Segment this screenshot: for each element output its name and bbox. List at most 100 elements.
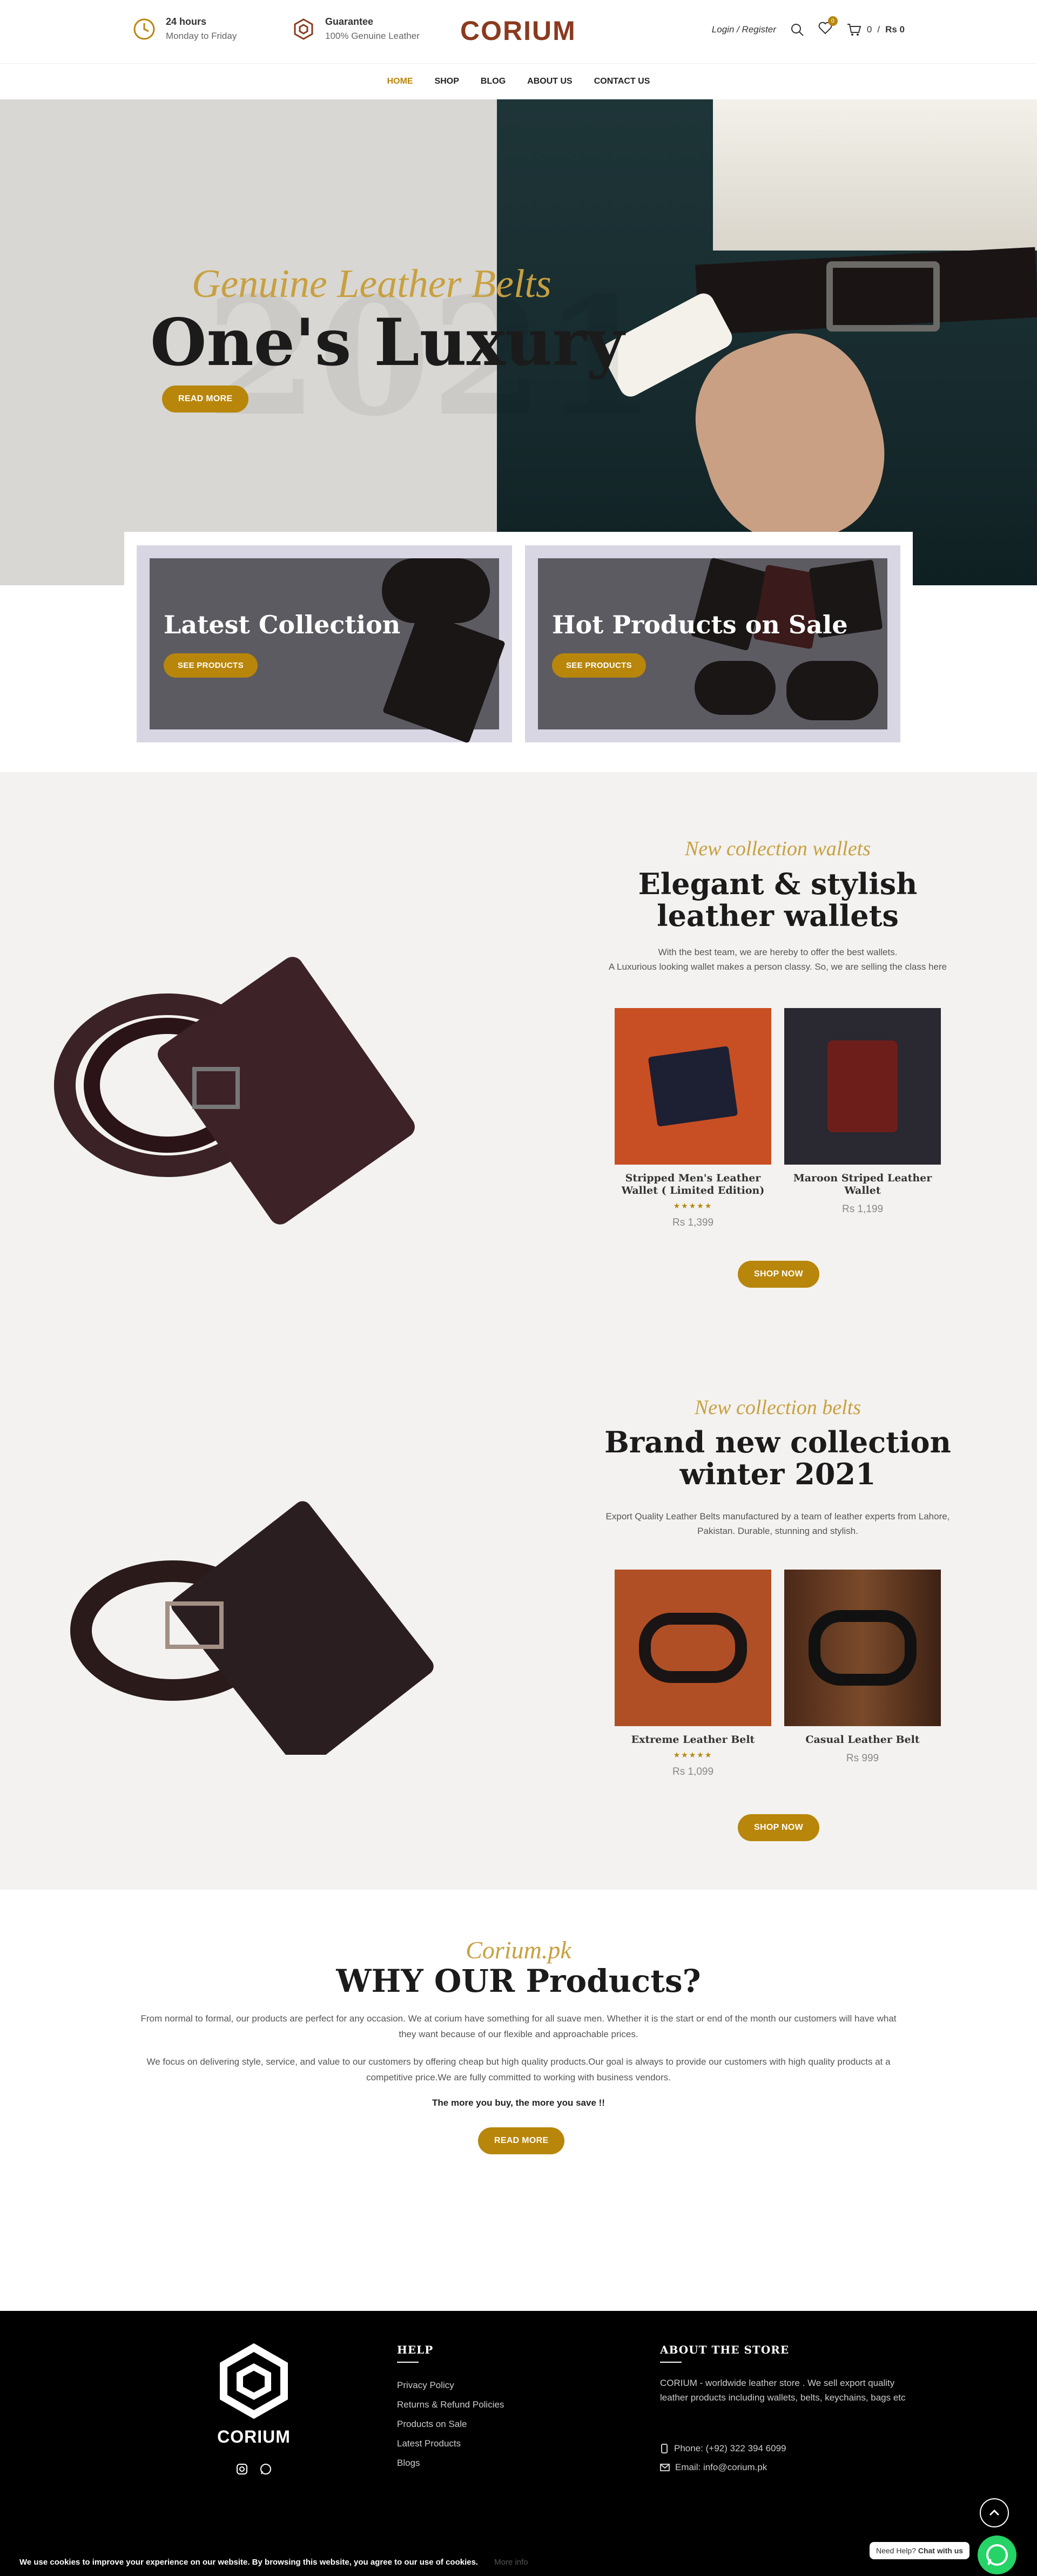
header-tools: Login / Register 0 0 / Rs 0 [712, 16, 905, 37]
hours-title: 24 hours [166, 16, 207, 27]
wallets-description-line: With the best team, we are hereby to off… [658, 947, 898, 957]
rating-stars: ★★★★★ [673, 1750, 713, 1759]
why-read-more-button[interactable]: READ MORE [478, 2127, 565, 2154]
product-image[interactable] [615, 1570, 771, 1726]
promo-card-sale[interactable]: Hot Products on Sale SEE PRODUCTS [525, 545, 900, 742]
wallets-description-line: A Luxurious looking wallet makes a perso… [608, 962, 947, 972]
product-card[interactable]: Extreme Leather Belt ★★★★★ Rs 1,099 [615, 1570, 771, 1778]
hero-subtitle: Genuine Leather Belts [192, 262, 551, 306]
footer-logo[interactable]: CORIUM [211, 2343, 297, 2475]
product-card[interactable]: Stripped Men's Leather Wallet ( Limited … [615, 1008, 771, 1229]
why-title: WHY OUR Products? [336, 1963, 701, 1999]
phone-icon [661, 2444, 668, 2453]
why-subtitle: Corium.pk [466, 1936, 571, 1964]
footer-phone[interactable]: Phone: (+92) 322 394 6099 [660, 2443, 786, 2454]
product-card[interactable]: Casual Leather Belt Rs 999 [784, 1570, 941, 1764]
guarantee-subtitle: 100% Genuine Leather [325, 31, 420, 41]
product-price: Rs 1,399 [672, 1216, 714, 1228]
promo-title: Latest Collection [164, 610, 401, 639]
belt-image [695, 661, 776, 715]
wishlist-count-badge: 0 [827, 16, 838, 26]
why-tagline: The more you buy, the more you save !! [432, 2098, 605, 2108]
about-text: CORIUM - worldwide leather store . We se… [660, 2378, 906, 2403]
email-text: Email: info@corium.pk [675, 2462, 767, 2472]
help-links: Privacy Policy Returns & Refund Policies… [397, 2376, 504, 2473]
product-name[interactable]: Stripped Men's Leather Wallet ( Limited … [615, 1172, 771, 1197]
cart-icon [847, 23, 861, 36]
rating-stars: ★★★★★ [673, 1201, 713, 1210]
clock-icon [133, 18, 155, 39]
product-name[interactable]: Maroon Striped Leather Wallet [784, 1172, 941, 1197]
promo-title: Hot Products on Sale [552, 610, 848, 639]
why-section: Corium.pk WHY OUR Products? From normal … [0, 1890, 1037, 2311]
wishlist-button[interactable]: 0 [818, 16, 838, 37]
scroll-to-top-button[interactable] [980, 2498, 1009, 2527]
phone-text: Phone: (+92) 322 394 6099 [674, 2443, 786, 2453]
product-name[interactable]: Casual Leather Belt [784, 1734, 941, 1746]
help-text: Need Help? [876, 2546, 916, 2555]
hours-subtitle: Monday to Friday [166, 31, 237, 41]
cart-button[interactable]: 0 / Rs 0 [846, 23, 905, 37]
hexagon-icon [294, 18, 313, 40]
hours-info: 24 hours Monday to Friday [132, 16, 237, 42]
hero-photo-shirt [713, 99, 1037, 251]
why-paragraph: We focus on delivering style, service, a… [146, 2057, 891, 2083]
product-price: Rs 1,199 [841, 1203, 884, 1215]
main-nav: HOME SHOP BLOG ABOUT US CONTACT US [0, 64, 1037, 99]
social-links [211, 2463, 297, 2475]
hexagon-logo-icon [220, 2343, 288, 2419]
nav-about-us[interactable]: ABOUT US [527, 77, 573, 86]
wallet-image [382, 610, 506, 744]
wallet-belt-image [54, 957, 415, 1225]
guarantee-title: Guarantee [325, 16, 374, 27]
site-logo[interactable]: CORIUM [460, 15, 576, 46]
guarantee-info: Guarantee 100% Genuine Leather [292, 16, 420, 42]
login-register-link[interactable]: Login / Register [712, 24, 776, 35]
whatsapp-icon [986, 2544, 1008, 2566]
wallets-title: Elegant & stylish leather wallets [638, 867, 918, 934]
footer-logo-word: CORIUM [217, 2427, 291, 2446]
wallets-description: With the best team, we are hereby to off… [605, 945, 951, 974]
cookie-more-info-link[interactable]: More info [494, 2558, 528, 2567]
see-products-button[interactable]: SEE PRODUCTS [552, 653, 646, 678]
product-name[interactable]: Extreme Leather Belt [615, 1734, 771, 1746]
footer-email[interactable]: Email: info@corium.pk [660, 2462, 767, 2473]
hero-read-more-button[interactable]: READ MORE [162, 386, 249, 413]
footer-link-returns[interactable]: Returns & Refund Policies [397, 2395, 504, 2415]
promo-card-latest[interactable]: Latest Collection SEE PRODUCTS [137, 545, 512, 744]
belts-title: Brand new collection winter 2021 [604, 1425, 951, 1492]
whatsapp-chat-button[interactable] [978, 2536, 1016, 2574]
footer-link-latest-products[interactable]: Latest Products [397, 2434, 504, 2453]
top-bar: 24 hours Monday to Friday Guarantee 100%… [0, 0, 1037, 64]
footer-link-products-on-sale[interactable]: Products on Sale [397, 2415, 504, 2434]
product-image[interactable] [784, 1008, 941, 1165]
product-card[interactable]: Maroon Striped Leather Wallet Rs 1,199 [784, 1008, 941, 1215]
belt-wallet-image [70, 1501, 434, 1755]
nav-shop[interactable]: SHOP [435, 77, 459, 86]
chevron-up-icon [989, 2509, 1000, 2516]
help-heading: HELP [397, 2343, 433, 2363]
footer: CORIUM HELP Privacy Policy Returns & Ref… [0, 2311, 1037, 2576]
wallets-subtitle: New collection wallets [684, 837, 871, 860]
product-image[interactable] [784, 1570, 941, 1726]
see-products-button[interactable]: SEE PRODUCTS [164, 653, 258, 678]
help-strong-text: Chat with us [918, 2546, 964, 2555]
promo-section: Latest Collection SEE PRODUCTS Hot Produ… [124, 532, 913, 769]
shop-now-button[interactable]: SHOP NOW [738, 1261, 820, 1288]
belts-subtitle: New collection belts [694, 1396, 861, 1419]
chat-help-bubble[interactable]: Need Help? Chat with us [870, 2542, 970, 2559]
promo-card-image [538, 557, 887, 729]
product-image[interactable] [615, 1008, 771, 1165]
about-heading: ABOUT THE STORE [660, 2343, 789, 2363]
nav-blog[interactable]: BLOG [481, 77, 506, 86]
nav-home[interactable]: HOME [387, 77, 413, 86]
whatsapp-icon[interactable] [260, 2463, 272, 2475]
instagram-icon[interactable] [236, 2463, 248, 2475]
footer-link-privacy-policy[interactable]: Privacy Policy [397, 2376, 504, 2395]
why-paragraph: From normal to formal, our products are … [140, 2013, 897, 2039]
footer-link-blogs[interactable]: Blogs [397, 2453, 504, 2473]
belts-description: Export Quality Leather Belts manufacture… [605, 1511, 950, 1537]
shop-now-button[interactable]: SHOP NOW [738, 1814, 820, 1841]
search-icon[interactable] [790, 23, 804, 37]
nav-contact-us[interactable]: CONTACT US [594, 77, 650, 86]
